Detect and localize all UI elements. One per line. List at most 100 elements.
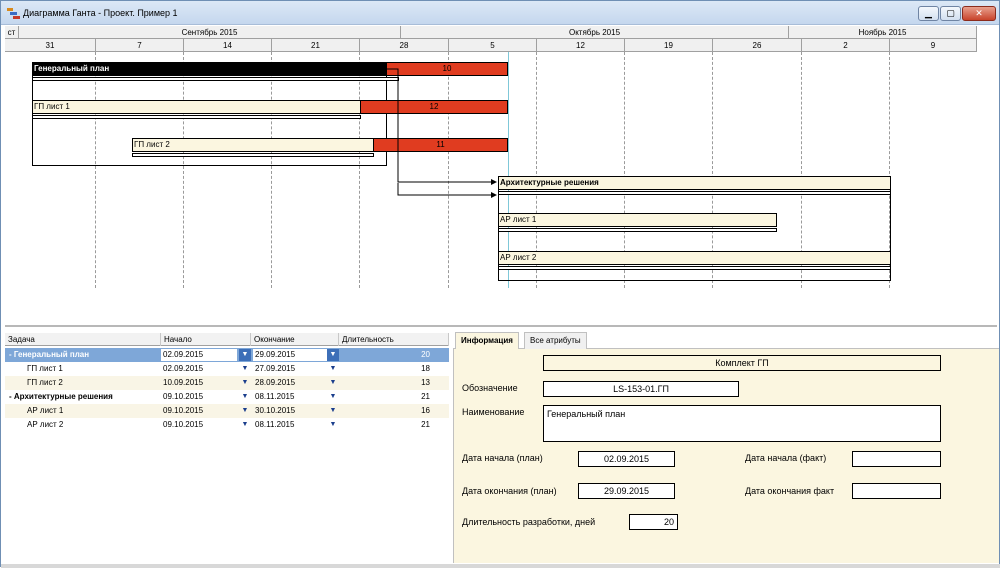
table-row[interactable]: АР лист 2 09.10.2015 ▼ 08.11.2015 ▼ 21 [5,418,449,432]
table-row[interactable]: АР лист 1 09.10.2015 ▼ 30.10.2015 ▼ 16 [5,404,449,418]
chevron-down-icon[interactable]: ▼ [327,419,339,431]
ar-sheet-2-baseline [498,266,891,270]
chevron-down-icon[interactable]: ▼ [239,363,251,375]
start-date-cell[interactable]: 09.10.2015 [161,405,237,417]
day-row: 31 7 14 21 28 5 12 19 26 2 9 [5,39,977,52]
gantt-window: Диаграмма Ганта - Проект. Пример 1 ▁ ▢ ✕… [0,0,1000,568]
table-row[interactable]: - Генеральный план 02.09.2015 ▼ 29.09.20… [5,348,449,362]
end-date-cell[interactable]: 29.09.2015 [253,349,327,361]
architecture-baseline [498,191,891,195]
gp-sheet-2-slack-bar[interactable]: 11 [373,138,508,152]
gp-sheet-1-bar[interactable]: ГП лист 1 [32,100,361,114]
tab-information[interactable]: Информация [455,332,519,350]
task-name-cell: АР лист 1 [27,406,64,415]
general-plan-slack-bar[interactable]: 10 [386,62,508,76]
minimize-button[interactable]: ▁ [918,6,939,21]
table-row[interactable]: ГП лист 1 02.09.2015 ▼ 27.09.2015 ▼ 18 [5,362,449,376]
gp-sheet-2-bar[interactable]: ГП лист 2 [132,138,374,152]
day-cell: 5 [449,39,537,52]
day-cell: 28 [360,39,449,52]
day-cell: 2 [802,39,890,52]
start-date-cell[interactable]: 09.10.2015 [161,391,237,403]
duration-label: Длительность разработки, дней [462,517,596,527]
designation-field[interactable]: LS-153-01.ГП [543,381,739,397]
general-plan-bar[interactable]: Генеральный план [32,62,387,76]
status-bar [1,564,1000,568]
window-title: Диаграмма Ганта - Проект. Пример 1 [23,8,178,18]
column-header-duration[interactable]: Длительность [339,333,449,346]
task-name-cell: - Архитектурные решения [9,392,113,401]
chevron-down-icon[interactable]: ▼ [327,377,339,389]
duration-cell: 20 [421,350,430,359]
chevron-down-icon[interactable]: ▼ [327,363,339,375]
gp-sheet-1-baseline [32,115,361,119]
chevron-down-icon[interactable]: ▼ [327,391,339,403]
end-plan-label: Дата окончания (план) [462,486,557,496]
month-cell: Октябрь 2015 [401,26,789,39]
chevron-down-icon[interactable]: ▼ [327,405,339,417]
start-date-cell[interactable]: 10.09.2015 [161,377,237,389]
name-field[interactable]: Генеральный план [543,405,941,442]
ar-sheet-1-bar[interactable]: АР лист 1 [498,213,777,227]
duration-cell: 21 [421,420,430,429]
duration-cell: 18 [421,364,430,373]
day-cell: 19 [625,39,713,52]
table-row[interactable]: ГП лист 2 10.09.2015 ▼ 28.09.2015 ▼ 13 [5,376,449,390]
day-cell: 31 [5,39,96,52]
timeline-corner: ст [5,26,19,39]
start-date-cell[interactable]: 09.10.2015 [161,419,237,431]
chevron-down-icon[interactable]: ▼ [239,419,251,431]
timeline-header: ст Сентябрь 2015 Октябрь 2015 Ноябрь 201… [5,26,977,52]
minimize-icon: ▁ [925,8,932,18]
close-button[interactable]: ✕ [962,6,996,21]
duration-cell: 21 [421,392,430,401]
chevron-down-icon[interactable]: ▼ [239,377,251,389]
end-date-cell[interactable]: 08.11.2015 [253,391,327,403]
chevron-down-icon[interactable]: ▼ [327,349,339,361]
task-name-cell: ГП лист 2 [27,378,63,387]
month-row: ст Сентябрь 2015 Октябрь 2015 Ноябрь 201… [5,26,977,39]
end-plan-field[interactable]: 29.09.2015 [578,483,675,499]
chevron-down-icon[interactable]: ▼ [239,349,251,361]
grid-header: Задача Начало Окончание Длительность [5,333,449,346]
start-plan-field[interactable]: 02.09.2015 [578,451,675,467]
architecture-summary-bar[interactable]: Архитектурные решения [498,176,891,190]
duration-field[interactable]: 20 [629,514,678,530]
duration-cell: 13 [421,378,430,387]
start-fact-field[interactable] [852,451,941,467]
end-fact-field[interactable] [852,483,941,499]
end-fact-label: Дата окончания факт [745,486,835,496]
start-date-cell[interactable]: 02.09.2015 [161,363,237,375]
column-header-task[interactable]: Задача [5,333,161,346]
end-date-cell[interactable]: 28.09.2015 [253,377,327,389]
day-cell: 21 [272,39,360,52]
tab-all-attributes[interactable]: Все атрибуты [524,332,587,349]
day-cell: 12 [537,39,625,52]
column-header-start[interactable]: Начало [161,333,251,346]
start-plan-label: Дата начала (план) [462,453,543,463]
task-name-cell: ГП лист 1 [27,364,63,373]
task-name-cell: АР лист 2 [27,420,64,429]
name-label: Наименование [462,407,525,417]
end-date-cell[interactable]: 08.11.2015 [253,419,327,431]
close-icon: ✕ [975,8,983,18]
gantt-chart-area[interactable]: Генеральный план 10 ГП лист 1 12 ГП лист… [5,52,997,327]
chevron-down-icon[interactable]: ▼ [239,405,251,417]
day-cell: 14 [184,39,272,52]
maximize-button[interactable]: ▢ [940,6,961,21]
title-bar: Диаграмма Ганта - Проект. Пример 1 ▁ ▢ ✕ [1,1,999,25]
end-date-cell[interactable]: 30.10.2015 [253,405,327,417]
week-gridline [448,52,449,288]
end-date-cell[interactable]: 27.09.2015 [253,363,327,375]
designation-label: Обозначение [462,383,518,393]
column-header-end[interactable]: Окончание [251,333,339,346]
ar-sheet-2-bar[interactable]: АР лист 2 [498,251,891,265]
day-cell: 26 [713,39,802,52]
chevron-down-icon[interactable]: ▼ [239,391,251,403]
start-date-cell[interactable]: 02.09.2015 [161,349,237,361]
set-title-field: Комплект ГП [543,355,941,371]
gp-sheet-1-slack-bar[interactable]: 12 [360,100,508,114]
table-row[interactable]: - Архитектурные решения 09.10.2015 ▼ 08.… [5,390,449,404]
info-tabs: Информация Все атрибуты [453,331,999,350]
start-fact-label: Дата начала (факт) [745,453,827,463]
